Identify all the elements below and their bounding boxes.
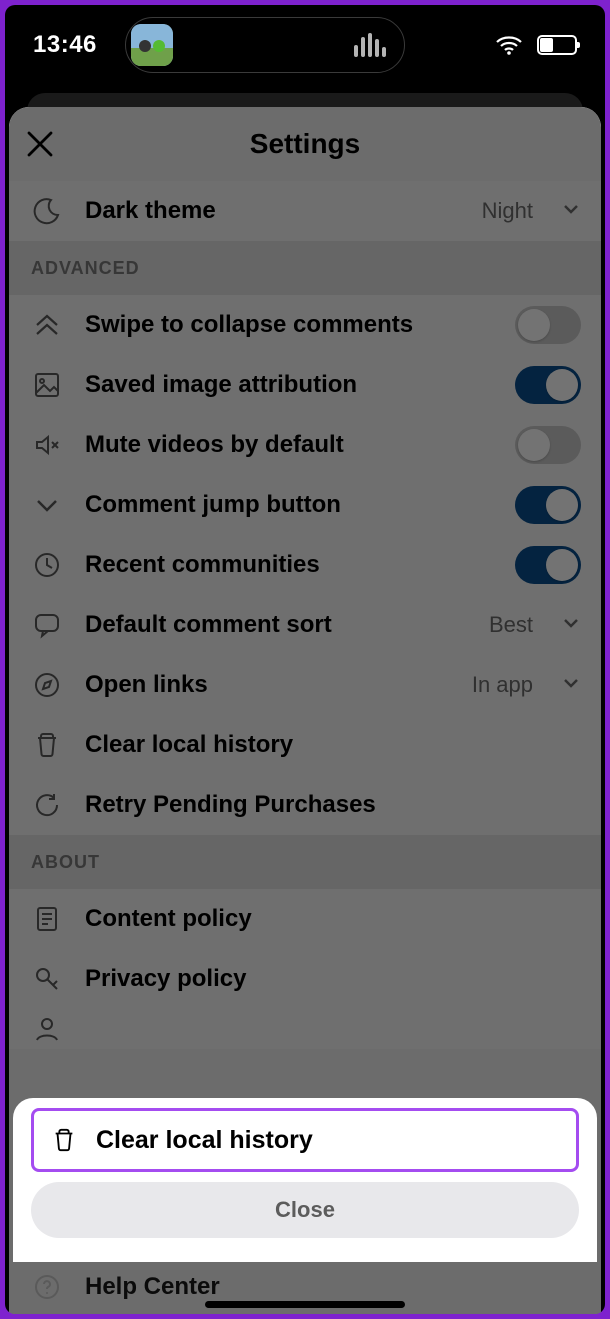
sheet-close-button[interactable]: Close — [31, 1182, 579, 1238]
wifi-icon — [495, 34, 523, 56]
sheet-clear-local-history[interactable]: Clear local history — [31, 1108, 579, 1172]
status-bar: 13:46 — [5, 5, 605, 85]
dynamic-island — [125, 17, 405, 73]
device-frame: 13:46 Settings Dark — [5, 5, 605, 1314]
audio-bars-icon — [354, 33, 386, 57]
trash-icon — [50, 1127, 78, 1153]
sheet-option-label: Clear local history — [96, 1126, 313, 1155]
row-label: Help Center — [85, 1273, 581, 1301]
home-indicator[interactable] — [205, 1301, 405, 1308]
settings-modal: Settings Dark theme Night ADVANCED Swipe… — [9, 107, 601, 1314]
app-icon — [131, 24, 173, 66]
action-sheet: Clear local history Close — [13, 1098, 597, 1262]
battery-icon — [537, 35, 577, 55]
status-time: 13:46 — [33, 31, 97, 59]
sheet-close-label: Close — [275, 1197, 335, 1223]
help-icon — [29, 1273, 65, 1301]
